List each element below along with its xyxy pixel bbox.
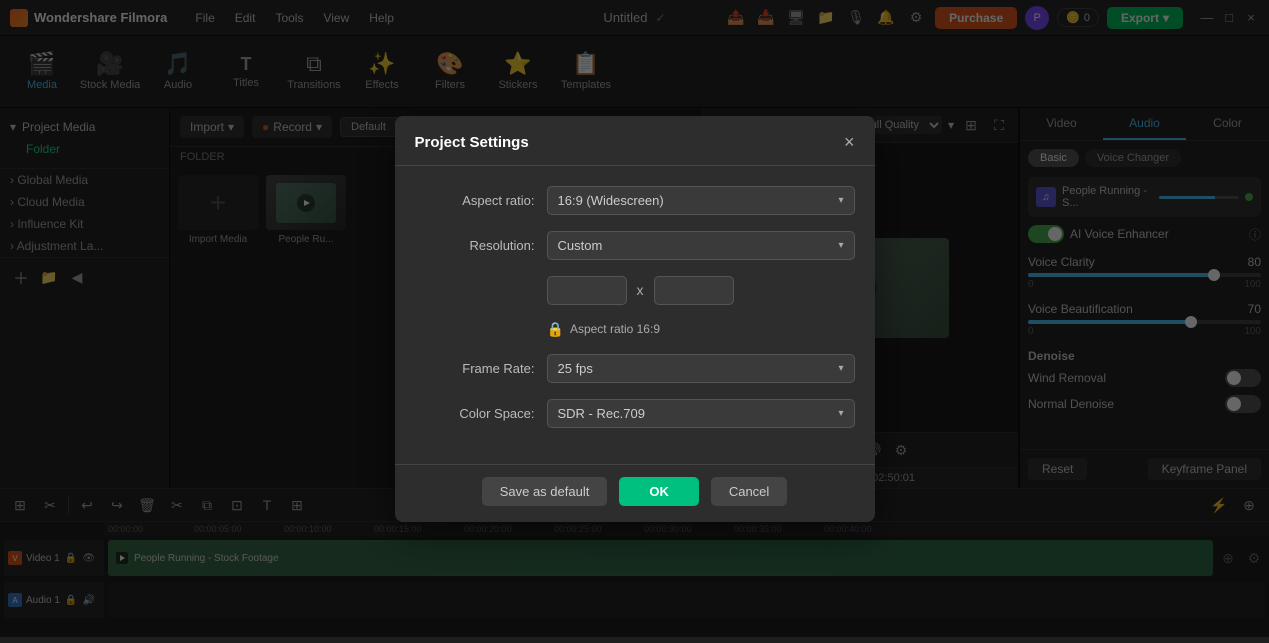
modal-close-button[interactable]: × bbox=[844, 132, 855, 153]
cancel-button[interactable]: Cancel bbox=[711, 477, 787, 506]
aspect-ratio-label: Aspect ratio: bbox=[415, 193, 535, 208]
modal-footer: Save as default OK Cancel bbox=[395, 464, 875, 522]
save-as-default-button[interactable]: Save as default bbox=[482, 477, 608, 506]
color-space-select[interactable]: SDR - Rec.709 ▾ bbox=[547, 399, 855, 428]
frame-rate-arrow-icon: ▾ bbox=[838, 363, 843, 374]
aspect-ratio-arrow-icon: ▾ bbox=[838, 195, 843, 206]
aspect-ratio-row: Aspect ratio: 16:9 (Widescreen) ▾ bbox=[415, 186, 855, 215]
color-space-arrow-icon: ▾ bbox=[838, 408, 843, 419]
resolution-label: Resolution: bbox=[415, 238, 535, 253]
aspect-ratio-value: 16:9 (Widescreen) bbox=[558, 193, 664, 208]
resolution-row: Resolution: Custom ▾ bbox=[415, 231, 855, 260]
frame-rate-label: Frame Rate: bbox=[415, 361, 535, 376]
color-space-value: SDR - Rec.709 bbox=[558, 406, 645, 421]
aspect-lock-label: Aspect ratio 16:9 bbox=[570, 322, 660, 336]
modal-title: Project Settings bbox=[415, 134, 529, 151]
ok-button[interactable]: OK bbox=[619, 477, 699, 506]
aspect-lock-row: 🔒 Aspect ratio 16:9 bbox=[415, 321, 855, 338]
resolution-select[interactable]: Custom ▾ bbox=[547, 231, 855, 260]
aspect-ratio-select[interactable]: 16:9 (Widescreen) ▾ bbox=[547, 186, 855, 215]
frame-rate-row: Frame Rate: 25 fps ▾ bbox=[415, 354, 855, 383]
dimensions-row: 640 x 360 bbox=[415, 276, 855, 305]
project-settings-modal: Project Settings × Aspect ratio: 16:9 (W… bbox=[395, 116, 875, 522]
frame-rate-value: 25 fps bbox=[558, 361, 593, 376]
resolution-value: Custom bbox=[558, 238, 603, 253]
frame-rate-select[interactable]: 25 fps ▾ bbox=[547, 354, 855, 383]
dimension-x-separator: x bbox=[637, 282, 644, 298]
color-space-label: Color Space: bbox=[415, 406, 535, 421]
modal-body: Aspect ratio: 16:9 (Widescreen) ▾ Resolu… bbox=[395, 166, 875, 464]
lock-icon: 🔒 bbox=[547, 321, 564, 338]
height-input[interactable]: 360 bbox=[654, 276, 734, 305]
modal-overlay: Project Settings × Aspect ratio: 16:9 (W… bbox=[0, 0, 1269, 637]
width-input[interactable]: 640 bbox=[547, 276, 627, 305]
modal-header: Project Settings × bbox=[395, 116, 875, 166]
color-space-row: Color Space: SDR - Rec.709 ▾ bbox=[415, 399, 855, 428]
dimension-inputs: 640 x 360 bbox=[547, 276, 855, 305]
resolution-arrow-icon: ▾ bbox=[838, 240, 843, 251]
